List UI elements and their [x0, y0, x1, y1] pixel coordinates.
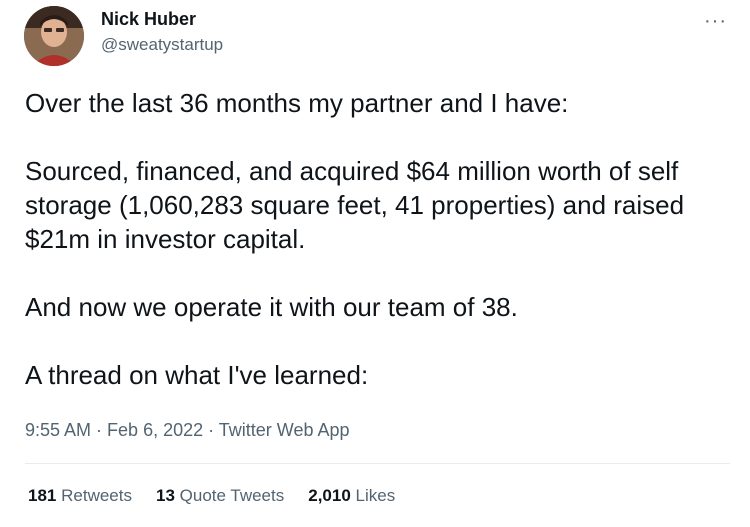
quote-tweets-count: 13 [155, 486, 175, 505]
tweet-source[interactable]: Twitter Web App [219, 420, 350, 440]
tweet-paragraph: And now we operate it with our team of 3… [25, 292, 518, 322]
tweet-paragraph: Over the last 36 months my partner and I… [25, 88, 569, 118]
likes-stat[interactable]: 2,010 Likes [308, 486, 395, 506]
tweet-text: Over the last 36 months my partner and I… [25, 86, 730, 392]
avatar[interactable] [24, 6, 84, 66]
quote-tweets-label: Quote Tweets [179, 486, 285, 505]
author-name[interactable]: Nick Huber [101, 9, 196, 30]
meta-separator: · [203, 420, 219, 440]
retweets-label: Retweets [61, 486, 132, 505]
avatar-image [24, 6, 84, 66]
meta-separator: · [91, 420, 108, 440]
author-handle[interactable]: @sweatystartup [101, 35, 223, 55]
tweet-card: Nick Huber @sweatystartup ··· Over the l… [0, 0, 750, 527]
tweet-stats: 181 Retweets 13 Quote Tweets 2,010 Likes [28, 486, 395, 506]
tweet-time[interactable]: 9:55 AM [25, 420, 91, 440]
tweet-date[interactable]: Feb 6, 2022 [107, 420, 203, 440]
retweets-stat[interactable]: 181 Retweets [28, 486, 132, 506]
tweet-paragraph: Sourced, financed, and acquired $64 mill… [25, 156, 685, 254]
tweet-meta: 9:55 AM · Feb 6, 2022 · Twitter Web App [25, 420, 350, 441]
quote-tweets-stat[interactable]: 13 Quote Tweets [156, 486, 284, 506]
likes-count: 2,010 [308, 486, 351, 505]
more-options-icon[interactable]: ··· [704, 10, 727, 33]
tweet-paragraph: A thread on what I've learned: [25, 360, 369, 390]
likes-label: Likes [355, 486, 396, 505]
retweets-count: 181 [28, 486, 57, 505]
divider [25, 463, 730, 464]
